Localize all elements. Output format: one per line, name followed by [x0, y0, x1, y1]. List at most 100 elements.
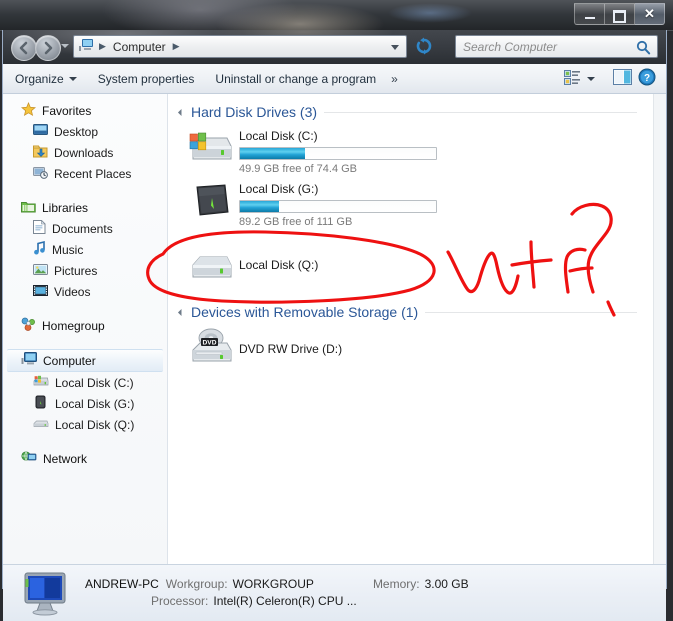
sidebar-item-favorites[interactable]: Favorites — [3, 100, 167, 121]
maximize-button[interactable] — [605, 3, 635, 25]
sidebar-item-network[interactable]: Network — [3, 448, 167, 469]
address-bar-row: ▶ Computer ▶ Search Computer — [3, 30, 666, 64]
svg-text:DVD: DVD — [203, 339, 217, 346]
sidebar-item-homegroup[interactable]: Homegroup — [3, 315, 167, 336]
sidebar-item-recent-places[interactable]: Recent Places — [3, 163, 167, 184]
search-input[interactable]: Search Computer — [455, 35, 658, 58]
minimize-icon — [584, 17, 595, 19]
sidebar-label-homegroup: Homegroup — [42, 318, 105, 333]
breadcrumb-separator-trailing[interactable]: ▶ — [168, 41, 185, 52]
content-panes: Favorites Desktop Downloads Recent Place… — [3, 94, 666, 564]
sidebar-gap-4 — [3, 435, 167, 448]
sidebar-item-documents[interactable]: Documents — [3, 218, 167, 239]
forward-button[interactable] — [35, 35, 61, 61]
sidebar-item-music[interactable]: Music — [3, 239, 167, 260]
navigation-pane[interactable]: Favorites Desktop Downloads Recent Place… — [3, 94, 168, 564]
maximize-icon — [613, 10, 626, 23]
title-bar[interactable]: ✕ — [0, 0, 673, 31]
view-dropdown-icon[interactable] — [587, 76, 595, 81]
sidebar-item-local-disk-q[interactable]: Local Disk (Q:) — [3, 414, 167, 435]
help-icon[interactable]: ? — [638, 68, 656, 89]
address-dropdown-icon[interactable] — [391, 45, 399, 50]
vertical-scrollbar[interactable] — [653, 94, 666, 564]
group-divider-2 — [425, 311, 637, 313]
refresh-button[interactable] — [414, 36, 434, 56]
windows-drive-icon — [187, 126, 235, 170]
music-icon — [33, 240, 46, 258]
group-header-removable-storage[interactable]: Devices with Removable Storage (1) — [177, 304, 653, 320]
collapse-triangle-icon[interactable] — [177, 108, 186, 116]
drive-item-local-disk-g[interactable]: Local Disk (G:) 89.2 GB free of 111 GB — [187, 179, 653, 228]
recent-places-icon — [33, 166, 48, 182]
sidebar-label-documents: Documents — [52, 221, 113, 236]
videos-icon — [33, 284, 48, 300]
drive-item-local-disk-q[interactable]: Local Disk (Q:) — [187, 246, 653, 290]
libraries-icon — [21, 200, 36, 216]
group-header-hard-disk-drives[interactable]: Hard Disk Drives (3) — [177, 104, 653, 120]
window-buttons: ✕ — [574, 3, 665, 25]
group-title-hard-disk-drives: Hard Disk Drives (3) — [191, 104, 318, 120]
preview-pane-icon[interactable] — [613, 69, 632, 88]
external-drive-icon — [187, 179, 235, 223]
drive-free-space-local-disk-g: 89.2 GB free of 111 GB — [239, 216, 353, 228]
capacity-bar-local-disk-c — [239, 147, 437, 160]
explorer-window: ✕ ▶ Computer ▶ Search Computer Organize … — [0, 0, 673, 621]
sidebar-label-videos: Videos — [54, 284, 91, 299]
drive-item-local-disk-c[interactable]: Local Disk (C:) 49.9 GB free of 74.4 GB — [187, 126, 653, 175]
drive-c-icon — [33, 374, 49, 391]
search-icon[interactable] — [636, 40, 651, 58]
sidebar-item-pictures[interactable]: Pictures — [3, 260, 167, 281]
back-button[interactable] — [11, 35, 37, 61]
toolbar-overflow-button[interactable]: » — [385, 68, 404, 90]
command-toolbar: Organize System properties Uninstall or … — [3, 64, 666, 94]
system-properties-button[interactable]: System properties — [89, 68, 204, 90]
drive-g-icon — [33, 395, 49, 412]
close-button[interactable]: ✕ — [635, 3, 665, 25]
search-placeholder: Search Computer — [463, 39, 558, 54]
drive-name-dvd-rw-d: DVD RW Drive (D:) — [239, 342, 343, 356]
group-title-removable-storage: Devices with Removable Storage (1) — [191, 304, 419, 320]
sidebar-label-favorites: Favorites — [42, 103, 92, 118]
sidebar-label-recent-places: Recent Places — [54, 166, 132, 181]
sidebar-label-desktop: Desktop — [54, 124, 99, 139]
breadcrumb-separator: ▶ — [99, 41, 106, 51]
computer-icon-large — [21, 570, 77, 616]
drive-item-dvd-rw-d[interactable]: DVD DVD RW Drive (D:) — [187, 326, 653, 370]
change-view-icon[interactable] — [564, 69, 581, 88]
drive-name-local-disk-c: Local Disk (C:) — [239, 129, 318, 143]
uninstall-or-change-program-button[interactable]: Uninstall or change a program — [206, 68, 385, 90]
sidebar-label-computer: Computer — [43, 353, 96, 368]
toolbar-right-group: ? — [564, 68, 666, 89]
sidebar-item-libraries[interactable]: Libraries — [3, 197, 167, 218]
uninstall-label: Uninstall or change a program — [215, 71, 377, 86]
sidebar-item-computer[interactable]: Computer — [7, 349, 163, 372]
capacity-fill-local-disk-c — [240, 148, 305, 159]
workgroup-label: Workgroup: — [165, 577, 228, 591]
chevron-down-icon — [68, 76, 77, 81]
details-text: ANDREW-PC Workgroup: WORKGROUP Memory: 3… — [85, 576, 469, 610]
organize-button[interactable]: Organize — [6, 68, 86, 90]
recent-locations-button[interactable] — [61, 44, 69, 48]
details-pane: ANDREW-PC Workgroup: WORKGROUP Memory: 3… — [3, 564, 666, 621]
address-bar[interactable]: ▶ Computer ▶ — [73, 35, 407, 58]
sidebar-item-desktop[interactable]: Desktop — [3, 121, 167, 142]
sidebar-item-local-disk-c[interactable]: Local Disk (C:) — [3, 372, 167, 393]
minimize-button[interactable] — [574, 3, 605, 25]
drive-info-local-disk-c: Local Disk (C:) 49.9 GB free of 74.4 GB — [239, 126, 437, 175]
memory-value: 3.00 GB — [424, 577, 469, 591]
sidebar-item-videos[interactable]: Videos — [3, 281, 167, 302]
collapse-triangle-icon-2[interactable] — [177, 308, 186, 316]
breadcrumb-computer[interactable]: Computer — [111, 40, 168, 54]
sidebar-item-local-disk-g[interactable]: Local Disk (G:) — [3, 393, 167, 414]
details-row-2: Processor: Intel(R) Celeron(R) CPU ... — [85, 593, 469, 610]
dvd-drive-icon: DVD — [187, 326, 235, 370]
sidebar-label-music: Music — [52, 242, 84, 257]
computer-name: ANDREW-PC — [85, 577, 159, 591]
svg-text:?: ? — [644, 73, 650, 84]
file-list-pane[interactable]: Hard Disk Drives (3) Local Disk (C:) 49.… — [169, 94, 653, 564]
memory-label: Memory: — [372, 577, 420, 591]
sidebar-label-local-disk-c: Local Disk (C:) — [55, 375, 134, 390]
workgroup-value: WORKGROUP — [232, 577, 314, 591]
sidebar-item-downloads[interactable]: Downloads — [3, 142, 167, 163]
